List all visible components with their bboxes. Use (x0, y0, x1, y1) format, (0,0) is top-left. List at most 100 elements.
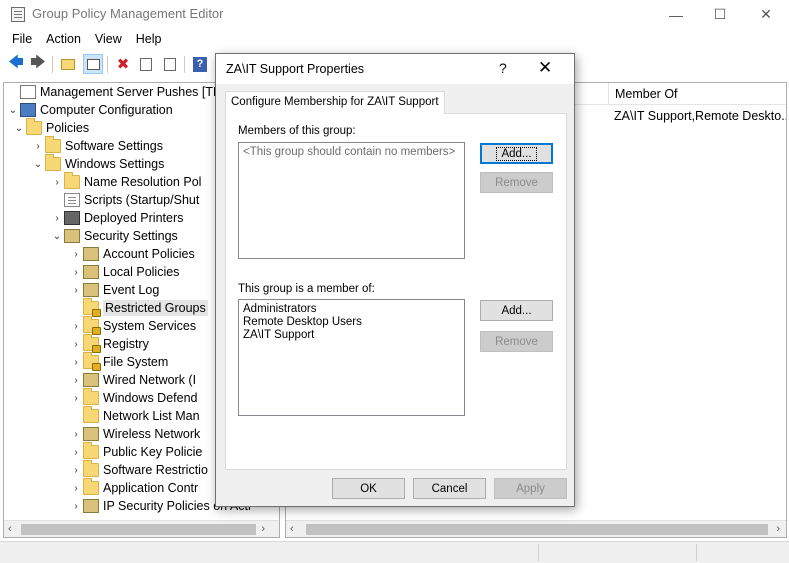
list-item[interactable]: ZA\IT Support (243, 329, 460, 342)
column-member-of[interactable]: Member Of (608, 83, 786, 105)
properties-icon[interactable] (136, 54, 156, 74)
tree-item[interactable]: Scripts (Startup/Shut (50, 191, 199, 209)
menu-action[interactable]: Action (39, 30, 88, 50)
tree-item[interactable]: ⌄ Policies (12, 118, 89, 137)
tree-item[interactable]: › Public Key Policie (69, 442, 203, 461)
tree-item[interactable]: › Application Contr (69, 478, 198, 497)
members-add-button[interactable]: Add... (480, 143, 553, 164)
chevron-right-icon[interactable]: › (69, 285, 83, 296)
tree-item[interactable]: › Wireless Network (69, 425, 200, 443)
tree-item[interactable]: › Event Log (69, 281, 159, 299)
menu-bar: File Action View Help (0, 30, 789, 50)
tab-panel: Members of this group: <This group shoul… (225, 113, 567, 470)
scroll-thumb[interactable] (21, 524, 256, 535)
tree-item[interactable]: Management Server Pushes [THMD (6, 83, 241, 101)
members-listbox[interactable]: <This group should contain no members> (238, 142, 465, 259)
printer-icon (64, 211, 80, 225)
tree-item-label: Windows Defend (103, 391, 198, 405)
details-horizontal-scrollbar[interactable]: ‹ › (286, 520, 786, 537)
chevron-right-icon[interactable]: › (69, 249, 83, 260)
tree-item[interactable]: › Software Restrictio (69, 460, 208, 479)
close-window-button[interactable]: ✕ (743, 0, 789, 29)
tree-item[interactable]: › System Services (69, 316, 196, 335)
chevron-right-icon[interactable]: › (69, 375, 83, 386)
tree-item[interactable]: ⌄ Windows Settings (31, 154, 165, 173)
computer-icon (20, 103, 36, 117)
chevron-down-icon[interactable]: ⌄ (50, 231, 64, 242)
tree-item[interactable]: › Account Policies (69, 245, 195, 263)
title-bar: Group Policy Management Editor — ☐ ✕ (0, 0, 789, 29)
tree-item[interactable]: ⌄ Security Settings (50, 227, 178, 245)
member-of-listbox[interactable]: Administrators Remote Desktop Users ZA\I… (238, 299, 465, 416)
forward-arrow-icon[interactable]: 🡆 (28, 54, 48, 74)
tree-horizontal-scrollbar[interactable]: ‹ › (4, 520, 279, 537)
menu-view[interactable]: View (88, 30, 129, 50)
tree-item[interactable]: › Software Settings (31, 136, 163, 155)
scroll-right-icon[interactable]: › (261, 523, 265, 535)
tree-item-label: Account Policies (103, 247, 195, 261)
tree-item[interactable]: Network List Man (69, 406, 200, 425)
tree-item-label: File System (103, 355, 169, 369)
chevron-right-icon[interactable]: › (69, 483, 83, 494)
properties-dialog: ZA\IT Support Properties ? ✕ Members of … (215, 53, 575, 507)
chevron-down-icon[interactable]: ⌄ (6, 105, 20, 116)
tree-item[interactable]: Restricted Groups (69, 298, 208, 317)
chevron-right-icon[interactable]: › (69, 339, 83, 350)
chevron-right-icon[interactable]: › (69, 393, 83, 404)
tree-item[interactable]: › Local Policies (69, 263, 179, 281)
member-of-add-button[interactable]: Add... (480, 300, 553, 321)
chevron-right-icon[interactable]: › (69, 321, 83, 332)
chevron-right-icon[interactable]: › (69, 447, 83, 458)
chevron-right-icon[interactable]: › (69, 357, 83, 368)
tree-item[interactable]: › Name Resolution Pol (50, 172, 202, 191)
chevron-right-icon[interactable]: › (69, 501, 83, 512)
scroll-left-icon[interactable]: ‹ (290, 523, 294, 535)
chevron-down-icon[interactable]: ⌄ (31, 159, 45, 170)
tree-item-label: Security Settings (84, 229, 178, 243)
tree-item[interactable]: › File System (69, 352, 169, 371)
scroll-thumb[interactable] (306, 524, 768, 535)
tree-item[interactable]: › Windows Defend (69, 388, 198, 407)
help-icon[interactable]: ? (190, 54, 210, 74)
tree-item-label: Windows Settings (65, 157, 165, 171)
scroll-right-icon[interactable]: › (776, 523, 780, 535)
maximize-button[interactable]: ☐ (697, 0, 743, 29)
tree-item[interactable]: › Wired Network (I (69, 371, 196, 389)
apply-button[interactable]: Apply (494, 478, 567, 499)
menu-file[interactable]: File (5, 30, 39, 50)
tab-configure-membership[interactable]: Configure Membership for ZA\IT Support (225, 91, 445, 114)
chevron-right-icon[interactable]: › (69, 429, 83, 440)
member-of-cell[interactable]: ZA\IT Support,Remote Deskto... (614, 109, 786, 123)
tree-item[interactable]: ⌄ Computer Configuration (6, 101, 173, 119)
list-item[interactable]: Remote Desktop Users (243, 316, 460, 329)
tree-item-label: Public Key Policie (103, 445, 203, 459)
back-arrow-icon[interactable]: 🡄 (6, 54, 26, 74)
export-list-icon[interactable] (160, 54, 180, 74)
show-tree-icon[interactable] (83, 54, 103, 74)
minimize-button[interactable]: — (653, 0, 699, 29)
chevron-right-icon[interactable]: › (31, 141, 45, 152)
chevron-right-icon[interactable]: › (50, 177, 64, 188)
chevron-right-icon[interactable]: › (69, 267, 83, 278)
up-folder-icon[interactable] (58, 54, 78, 74)
folder-icon (83, 388, 99, 405)
delete-icon[interactable]: ✖ (113, 54, 133, 74)
status-bar (0, 541, 789, 563)
tree-item[interactable]: › Deployed Printers (50, 209, 183, 227)
members-remove-button[interactable]: Remove (480, 172, 553, 193)
chevron-down-icon[interactable]: ⌄ (12, 123, 26, 134)
member-of-remove-button[interactable]: Remove (480, 331, 553, 352)
folder-icon (64, 172, 80, 189)
scroll-left-icon[interactable]: ‹ (8, 523, 12, 535)
dialog-help-button[interactable]: ? (499, 60, 507, 76)
tree-item[interactable]: › Registry (69, 334, 149, 353)
list-item[interactable]: Administrators (243, 303, 460, 316)
cancel-button[interactable]: Cancel (413, 478, 486, 499)
tree-item-label: Name Resolution Pol (84, 175, 202, 189)
chevron-right-icon[interactable]: › (50, 213, 64, 224)
menu-help[interactable]: Help (129, 30, 169, 50)
ok-button[interactable]: OK (332, 478, 405, 499)
chevron-right-icon[interactable]: › (69, 465, 83, 476)
dialog-close-button[interactable]: ✕ (538, 58, 552, 78)
dialog-title: ZA\IT Support Properties (226, 62, 365, 76)
